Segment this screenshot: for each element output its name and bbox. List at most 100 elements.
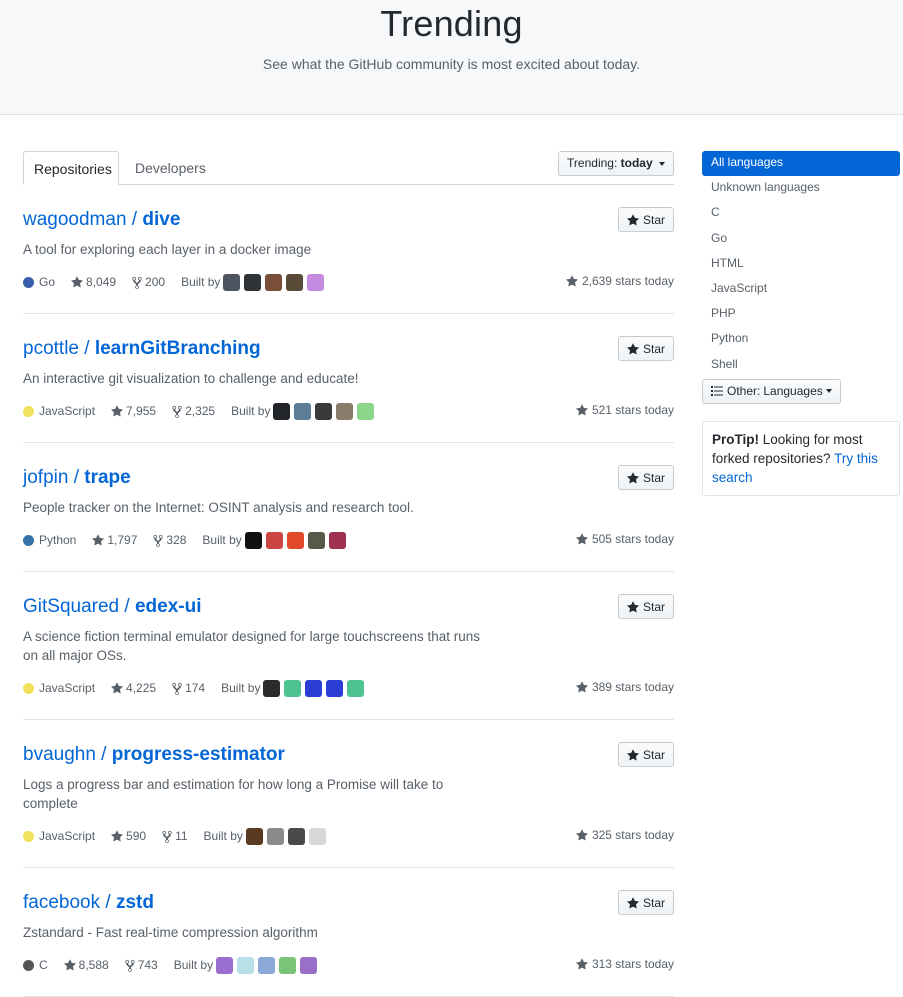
avatar[interactable] xyxy=(258,956,276,974)
star-icon xyxy=(626,342,639,354)
repo-forks-link[interactable]: 11 xyxy=(162,829,188,843)
repo-owner: facebook xyxy=(23,892,101,913)
avatar[interactable] xyxy=(244,273,262,291)
trending-period-menu[interactable]: Trending: today xyxy=(558,151,674,176)
avatar[interactable] xyxy=(245,827,263,845)
contributor-avatars xyxy=(263,679,368,697)
repo-item: bvaughn / progress-estimator Star Logs a p… xyxy=(23,720,674,868)
repo-forks-link[interactable]: 174 xyxy=(172,681,205,695)
repo-title-link[interactable]: wagoodman / dive xyxy=(23,209,180,231)
repo-forks-link[interactable]: 328 xyxy=(153,533,186,547)
tab-developers[interactable]: Developers xyxy=(125,151,216,185)
star-icon xyxy=(626,896,639,908)
repo-description: A tool for exploring each layer in a doc… xyxy=(23,242,312,257)
avatar[interactable] xyxy=(287,827,305,845)
language-filter-unknown-languages[interactable]: Unknown languages xyxy=(702,176,900,201)
repo-forks-link[interactable]: 743 xyxy=(125,958,158,972)
avatar[interactable] xyxy=(266,827,284,845)
repo-title-link[interactable]: facebook / zstd xyxy=(23,892,154,914)
repo-stars-link[interactable]: 7,955 xyxy=(111,404,156,418)
page-header: Trending See what the GitHub community i… xyxy=(0,0,903,115)
avatar[interactable] xyxy=(265,273,283,291)
star-button-label: Star xyxy=(642,470,665,485)
repo-language: JavaScript xyxy=(23,404,95,418)
repo-owner: bvaughn xyxy=(23,744,96,765)
avatar[interactable] xyxy=(279,956,297,974)
repo-title-link[interactable]: pcottle / learnGitBranching xyxy=(23,338,261,360)
star-icon xyxy=(92,534,105,546)
avatar[interactable] xyxy=(294,402,312,420)
language-name: Python xyxy=(39,533,77,547)
language-filter-list: All languages Unknown languages C Go HTML Jav… xyxy=(702,151,900,378)
protip-box: ProTip! Looking for most forked reposito… xyxy=(702,420,900,496)
avatar[interactable] xyxy=(307,273,325,291)
star-icon xyxy=(575,404,588,416)
star-button[interactable]: Star xyxy=(618,890,674,915)
avatar[interactable] xyxy=(223,273,241,291)
fork-icon xyxy=(172,405,182,418)
star-icon xyxy=(575,958,588,970)
language-filter-javascript[interactable]: JavaScript xyxy=(702,277,900,302)
avatar[interactable] xyxy=(300,956,318,974)
fork-icon xyxy=(125,959,135,972)
repo-forks-link[interactable]: 200 xyxy=(132,275,165,289)
repo-stars-link[interactable]: 1,797 xyxy=(92,533,137,547)
avatar[interactable] xyxy=(286,273,304,291)
star-button[interactable]: Star xyxy=(618,207,674,232)
repo-stars-link[interactable]: 8,588 xyxy=(63,958,109,972)
other-languages-button[interactable]: Other: Languages xyxy=(702,378,841,404)
stars-today-text: 2,639 stars today xyxy=(581,274,674,288)
avatar[interactable] xyxy=(328,531,346,549)
star-button-label: Star xyxy=(642,895,665,910)
language-filter-go[interactable]: Go xyxy=(702,227,900,252)
repo-title-link[interactable]: bvaughn / progress-estimator xyxy=(23,744,285,766)
repo-stars-link[interactable]: 4,225 xyxy=(111,681,156,695)
repo-stars-link[interactable]: 8,049 xyxy=(71,275,116,289)
tab-repositories[interactable]: Repositories xyxy=(23,151,119,185)
star-icon xyxy=(111,682,124,694)
avatar[interactable] xyxy=(305,679,323,697)
forks-count: 328 xyxy=(166,533,187,547)
language-filter-all-languages[interactable]: All languages xyxy=(702,151,900,176)
language-filter-php[interactable]: PHP xyxy=(702,302,900,327)
repo-forks-link[interactable]: 2,325 xyxy=(172,404,215,418)
language-filter-c[interactable]: C xyxy=(702,201,900,226)
avatar[interactable] xyxy=(308,827,326,845)
contributor-avatars xyxy=(245,827,330,845)
forks-count: 174 xyxy=(185,681,206,695)
stars-count: 8,588 xyxy=(78,958,109,972)
avatar[interactable] xyxy=(265,531,283,549)
repo-content: Repositories Developers Trending: today … xyxy=(23,151,674,997)
avatar[interactable] xyxy=(284,679,302,697)
avatar[interactable] xyxy=(216,956,234,974)
repo-language: JavaScript xyxy=(23,829,95,843)
forks-count: 743 xyxy=(137,958,158,972)
avatar[interactable] xyxy=(273,402,291,420)
avatar[interactable] xyxy=(244,531,262,549)
repo-title-link[interactable]: GitSquared / edex-ui xyxy=(23,596,202,618)
protip-label: ProTip! xyxy=(712,431,759,447)
stars-today: 313 stars today xyxy=(575,957,674,971)
avatar[interactable] xyxy=(315,402,333,420)
repo-separator: / xyxy=(100,892,116,913)
avatar[interactable] xyxy=(336,402,354,420)
language-filter-python[interactable]: Python xyxy=(702,327,900,352)
star-button[interactable]: Star xyxy=(618,594,674,619)
avatar[interactable] xyxy=(237,956,255,974)
star-button[interactable]: Star xyxy=(618,742,674,767)
language-filter-html[interactable]: HTML xyxy=(702,252,900,277)
avatar[interactable] xyxy=(347,679,365,697)
avatar[interactable] xyxy=(357,402,375,420)
avatar[interactable] xyxy=(263,679,281,697)
avatar[interactable] xyxy=(307,531,325,549)
stars-count: 7,955 xyxy=(126,404,157,418)
avatar[interactable] xyxy=(326,679,344,697)
built-by: Built by xyxy=(181,273,328,291)
star-button[interactable]: Star xyxy=(618,336,674,361)
avatar[interactable] xyxy=(286,531,304,549)
repo-stars-link[interactable]: 590 xyxy=(111,829,146,843)
language-name: C xyxy=(39,958,48,972)
language-filter-shell[interactable]: Shell xyxy=(702,353,900,378)
star-button[interactable]: Star xyxy=(618,465,674,490)
repo-title-link[interactable]: jofpin / trape xyxy=(23,467,131,489)
